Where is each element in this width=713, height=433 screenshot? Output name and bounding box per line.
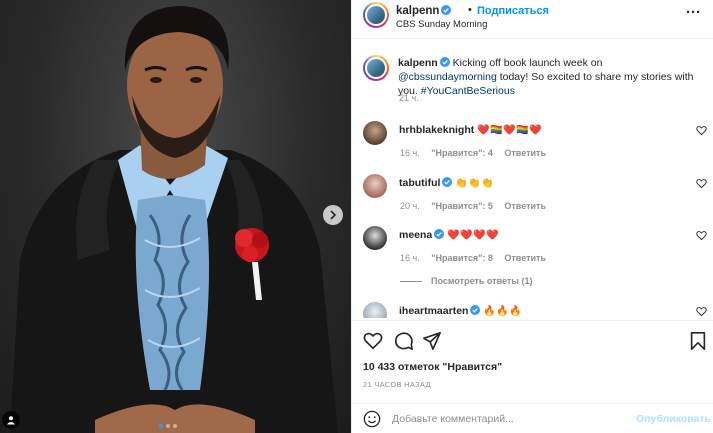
reply-button[interactable]: Ответить <box>504 201 546 211</box>
header-separator: • <box>468 4 472 16</box>
comment-username[interactable]: tabutiful <box>399 177 440 189</box>
carousel-dots <box>159 424 177 428</box>
author-username-text[interactable]: kalpenn <box>396 5 439 17</box>
comment-meta: 16 ч. "Нравится": 4 Ответить <box>400 148 555 158</box>
author-avatar[interactable] <box>363 2 389 28</box>
mention-link[interactable]: @cbssundaymorning <box>398 71 497 83</box>
location-link[interactable]: CBS Sunday Morning <box>396 19 487 30</box>
more-options-icon[interactable]: ··· <box>686 4 701 21</box>
reply-button[interactable]: Ответить <box>504 148 546 158</box>
caption-time: 21 ч. <box>399 93 419 103</box>
caption-text: kalpenn Kicking off book launch week on … <box>398 56 704 98</box>
comment-likes[interactable]: "Нравится": 5 <box>431 201 493 211</box>
verified-badge-icon <box>470 305 481 315</box>
comment-username[interactable]: meena <box>399 229 432 241</box>
comment-username[interactable]: iheartmaarten <box>399 305 468 317</box>
comment-time: 16 ч. <box>400 148 420 158</box>
add-comment-bar: Опубликовать <box>352 403 713 433</box>
caption-body-1: Kicking off book launch week on <box>449 57 603 69</box>
comment-username[interactable]: hrhblakeknight <box>399 124 474 136</box>
publish-button[interactable]: Опубликовать <box>636 413 711 425</box>
carousel-dot <box>166 424 170 428</box>
caption-username[interactable]: kalpenn <box>398 57 438 69</box>
comment-time: 16 ч. <box>400 253 420 263</box>
carousel-dot <box>159 424 163 428</box>
comment-text: meena ❤️❤️❤️❤️ <box>399 229 499 241</box>
likes-count[interactable]: 10 433 отметок "Нравится" <box>363 361 502 373</box>
post-header: kalpenn • Подписаться CBS Sunday Morning… <box>352 0 713 39</box>
comment-text: hrhblakeknight ❤️🏳️‍🌈❤️🏳️‍🌈❤️ <box>399 124 542 136</box>
heart-icon[interactable] <box>696 306 707 317</box>
tagged-users-button[interactable] <box>2 411 20 429</box>
view-replies-button[interactable]: Посмотреть ответы (1) <box>400 276 532 286</box>
comment-body: ❤️❤️❤️❤️ <box>447 230 500 241</box>
comment-body: 👏👏👏 <box>455 178 495 189</box>
caption-avatar[interactable] <box>363 55 389 81</box>
comment-meta: 20 ч. "Нравится": 5 Ответить <box>400 201 555 211</box>
hashtag-link[interactable]: #YouCantBeSerious <box>421 85 515 97</box>
like-heart-icon[interactable] <box>363 331 383 351</box>
post-time: 21 ЧАСОВ НАЗАД <box>363 380 431 389</box>
comment-meta: 16 ч. "Нравится": 8 Ответить <box>400 253 555 263</box>
post-photo[interactable] <box>0 0 351 433</box>
reply-button[interactable]: Ответить <box>504 253 546 263</box>
share-paper-plane-icon[interactable] <box>422 331 442 351</box>
comment-body: 🔥🔥🔥 <box>483 306 523 317</box>
comment-avatar[interactable] <box>363 226 387 250</box>
comment-likes[interactable]: "Нравится": 4 <box>431 148 493 158</box>
verified-badge-icon <box>441 5 452 15</box>
carousel-dot <box>173 424 177 428</box>
comment-time: 20 ч. <box>400 201 420 211</box>
comment-input[interactable] <box>392 411 632 427</box>
author-username[interactable]: kalpenn <box>396 5 452 17</box>
comment-text: iheartmaarten 🔥🔥🔥 <box>399 305 522 317</box>
heart-icon[interactable] <box>696 125 707 136</box>
next-photo-button[interactable] <box>323 205 343 225</box>
comment-item: tabutiful 👏👏👏 20 ч. "Нравится": 5 Ответи… <box>363 174 708 214</box>
chevron-right-icon <box>330 210 337 220</box>
heart-icon[interactable] <box>696 230 707 241</box>
user-tag-icon <box>7 416 15 425</box>
verified-badge-icon <box>434 229 445 239</box>
post-actions <box>352 320 713 358</box>
bookmark-icon[interactable] <box>688 331 708 351</box>
verified-badge-icon <box>439 57 450 67</box>
verified-badge-icon <box>442 177 453 187</box>
comment-likes[interactable]: "Нравится": 8 <box>431 253 493 263</box>
emoji-icon[interactable] <box>363 410 381 428</box>
comment-item: hrhblakeknight ❤️🏳️‍🌈❤️🏳️‍🌈❤️ 16 ч. "Нра… <box>363 121 708 161</box>
comment-body: ❤️🏳️‍🌈❤️🏳️‍🌈❤️ <box>477 125 542 136</box>
comment-avatar[interactable] <box>363 121 387 145</box>
comment-text: tabutiful 👏👏👏 <box>399 177 494 189</box>
portrait-image <box>10 6 338 433</box>
comment-item: meena ❤️❤️❤️❤️ 16 ч. "Нравится": 8 Ответ… <box>363 226 708 266</box>
comment-item: iheartmaarten 🔥🔥🔥 <box>363 302 708 318</box>
post-panel: kalpenn • Подписаться CBS Sunday Morning… <box>351 0 713 433</box>
comment-avatar[interactable] <box>363 174 387 198</box>
follow-button[interactable]: Подписаться <box>477 5 549 17</box>
comments-list[interactable]: kalpenn Kicking off book launch week on … <box>352 40 713 318</box>
comment-avatar[interactable] <box>363 302 387 318</box>
heart-icon[interactable] <box>696 178 707 189</box>
comment-bubble-icon[interactable] <box>394 331 414 351</box>
